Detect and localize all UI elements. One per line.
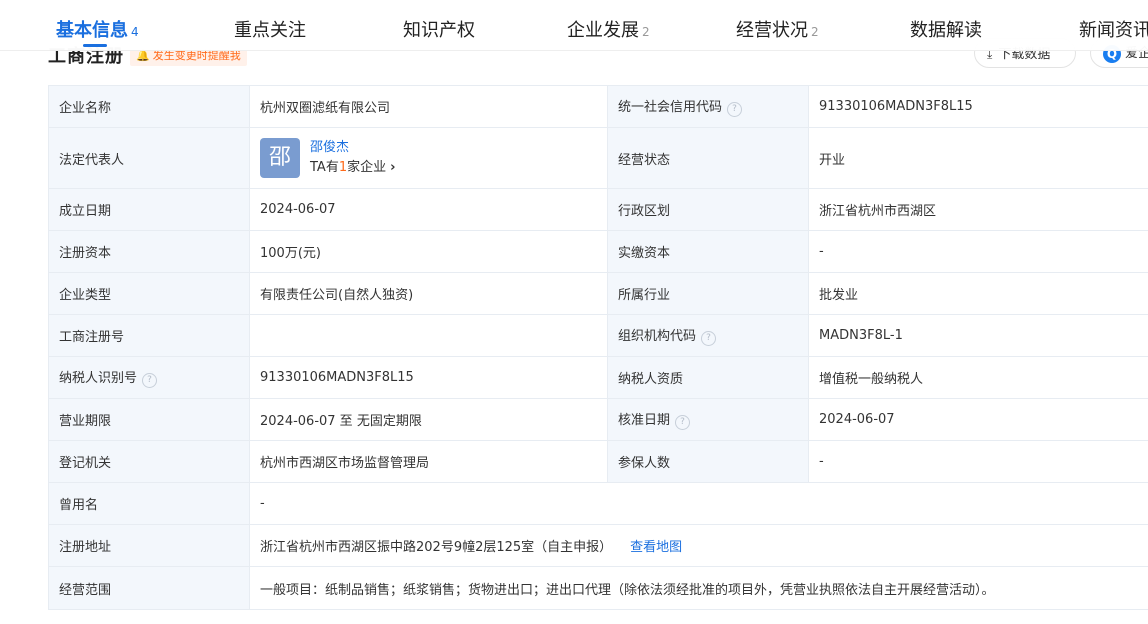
tab-count: 2 — [642, 25, 650, 39]
industry-label: 所属行业 — [607, 272, 809, 315]
tab-data-insight[interactable]: 数据解读 — [910, 16, 982, 42]
avatar[interactable]: 邵 — [260, 138, 300, 178]
help-icon[interactable]: ? — [142, 373, 158, 388]
table-row: 工商注册号 组织机构代码? MADN3F8L-1 — [48, 314, 1148, 357]
business-term-value: 2024-06-07 至 无固定期限 — [249, 398, 608, 441]
table-row: 企业名称 杭州双圈滤纸有限公司 统一社会信用代码? 91330106MADN3F… — [48, 85, 1148, 128]
taxpayer-qual-value: 增值税一般纳税人 — [808, 356, 1148, 399]
tab-label: 基本信息 — [56, 20, 128, 41]
tab-basic-info[interactable]: 基本信息 4 — [56, 16, 139, 42]
legal-rep: 邵 邵俊杰 TA有1家企业 › — [260, 138, 597, 178]
help-icon[interactable]: ? — [675, 415, 691, 430]
address-label: 注册地址 — [48, 524, 250, 567]
legal-rep-cell: 邵 邵俊杰 TA有1家企业 › — [249, 127, 608, 189]
active-tab-indicator — [83, 44, 107, 47]
approval-date-label: 核准日期 — [618, 413, 671, 428]
approval-date-label-cell: 核准日期? — [607, 398, 809, 441]
taxpayer-id-label: 纳税人识别号 — [59, 371, 138, 386]
table-row: 营业期限 2024-06-07 至 无固定期限 核准日期? 2024-06-07 — [48, 398, 1148, 441]
table-row: 纳税人识别号? 91330106MADN3F8L15 纳税人资质 增值税一般纳税… — [48, 356, 1148, 399]
tab-label: 企业发展 — [567, 20, 639, 41]
authority-label: 登记机关 — [48, 440, 250, 483]
legal-rep-label: 法定代表人 — [48, 127, 250, 189]
tab-count: 2 — [811, 25, 819, 39]
legal-rep-info: 邵俊杰 TA有1家企业 › — [310, 138, 395, 178]
region-value: 浙江省杭州市西湖区 — [808, 188, 1148, 231]
founded-value: 2024-06-07 — [249, 188, 608, 231]
tab-intellectual-property[interactable]: 知识产权 — [403, 16, 475, 42]
view-map-link[interactable]: 查看地图 — [630, 540, 682, 555]
business-term-label: 营业期限 — [48, 398, 250, 441]
table-row: 注册地址 浙江省杭州市西湖区振中路202号9幢2层125室（自主申报） 查看地图 — [48, 524, 1148, 567]
tab-label: 重点关注 — [234, 20, 306, 41]
former-name-value: - — [249, 482, 1148, 525]
former-name-label: 曾用名 — [48, 482, 250, 525]
table-row: 经营范围 一般项目：纸制品销售；纸浆销售；货物进出口；进出口代理（除依法须经批准… — [48, 566, 1148, 610]
table-row: 曾用名 - — [48, 482, 1148, 525]
paid-capital-value: - — [808, 230, 1148, 273]
founded-label: 成立日期 — [48, 188, 250, 231]
reg-capital-label: 注册资本 — [48, 230, 250, 273]
region-label: 行政区划 — [607, 188, 809, 231]
tab-news[interactable]: 新闻资讯 — [1079, 16, 1148, 42]
paid-capital-label: 实缴资本 — [607, 230, 809, 273]
tab-label: 经营状况 — [736, 20, 808, 41]
credit-code-value: 91330106MADN3F8L15 — [808, 85, 1148, 128]
tab-label: 数据解读 — [910, 20, 982, 41]
company-name-label: 企业名称 — [48, 85, 250, 128]
reg-number-value — [249, 314, 608, 357]
org-code-label: 组织机构代码 — [618, 329, 697, 344]
tab-label: 新闻资讯 — [1079, 20, 1148, 41]
tab-label: 知识产权 — [403, 20, 475, 41]
table-row: 注册资本 100万(元) 实缴资本 - — [48, 230, 1148, 273]
tab-count: 4 — [131, 25, 139, 39]
reg-number-label: 工商注册号 — [48, 314, 250, 357]
approval-date-value: 2024-06-07 — [808, 398, 1148, 441]
authority-value: 杭州市西湖区市场监督管理局 — [249, 440, 608, 483]
taxpayer-id-value: 91330106MADN3F8L15 — [249, 356, 608, 399]
scope-value: 一般项目：纸制品销售；纸浆销售；货物进出口；进出口代理（除依法须经批准的项目外，… — [249, 566, 1148, 610]
taxpayer-id-label-cell: 纳税人识别号? — [48, 356, 250, 399]
address-cell: 浙江省杭州市西湖区振中路202号9幢2层125室（自主申报） 查看地图 — [249, 524, 1148, 567]
company-name-value: 杭州双圈滤纸有限公司 — [249, 85, 608, 128]
tab-key-focus[interactable]: 重点关注 — [234, 16, 306, 42]
company-type-label: 企业类型 — [48, 272, 250, 315]
insured-value: - — [808, 440, 1148, 483]
company-type-value: 有限责任公司(自然人独资) — [249, 272, 608, 315]
table-row: 成立日期 2024-06-07 行政区划 浙江省杭州市西湖区 — [48, 188, 1148, 231]
chevron-right-icon: › — [390, 160, 396, 175]
org-code-label-cell: 组织机构代码? — [607, 314, 809, 357]
registration-table: 企业名称 杭州双圈滤纸有限公司 统一社会信用代码? 91330106MADN3F… — [48, 85, 1148, 610]
address-value: 浙江省杭州市西湖区振中路202号9幢2层125室（自主申报） — [260, 540, 613, 555]
help-icon[interactable]: ? — [701, 331, 717, 346]
related-prefix: TA有 — [310, 160, 339, 175]
credit-code-label-cell: 统一社会信用代码? — [607, 85, 809, 128]
status-label: 经营状态 — [607, 127, 809, 189]
credit-code-label: 统一社会信用代码 — [618, 100, 723, 115]
legal-rep-name-link[interactable]: 邵俊杰 — [310, 138, 395, 157]
industry-value: 批发业 — [808, 272, 1148, 315]
related-count: 1 — [338, 160, 348, 175]
insured-label: 参保人数 — [607, 440, 809, 483]
tab-development[interactable]: 企业发展 2 — [567, 16, 650, 42]
taxpayer-qual-label: 纳税人资质 — [607, 356, 809, 399]
tab-bar: 基本信息 4 重点关注 知识产权 企业发展 2 经营状况 2 数据解读 新闻资讯 — [0, 0, 1148, 51]
tab-operations[interactable]: 经营状况 2 — [736, 16, 819, 42]
reg-capital-value: 100万(元) — [249, 230, 608, 273]
related-companies-link[interactable]: TA有1家企业 › — [310, 157, 395, 178]
org-code-value: MADN3F8L-1 — [808, 314, 1148, 357]
related-suffix: 家企业 — [347, 160, 387, 175]
scope-label: 经营范围 — [48, 566, 250, 610]
table-row: 企业类型 有限责任公司(自然人独资) 所属行业 批发业 — [48, 272, 1148, 315]
table-row: 法定代表人 邵 邵俊杰 TA有1家企业 › 经营状态 开业 — [48, 127, 1148, 189]
help-icon[interactable]: ? — [727, 102, 743, 117]
status-value: 开业 — [808, 127, 1148, 189]
table-row: 登记机关 杭州市西湖区市场监督管理局 参保人数 - — [48, 440, 1148, 483]
